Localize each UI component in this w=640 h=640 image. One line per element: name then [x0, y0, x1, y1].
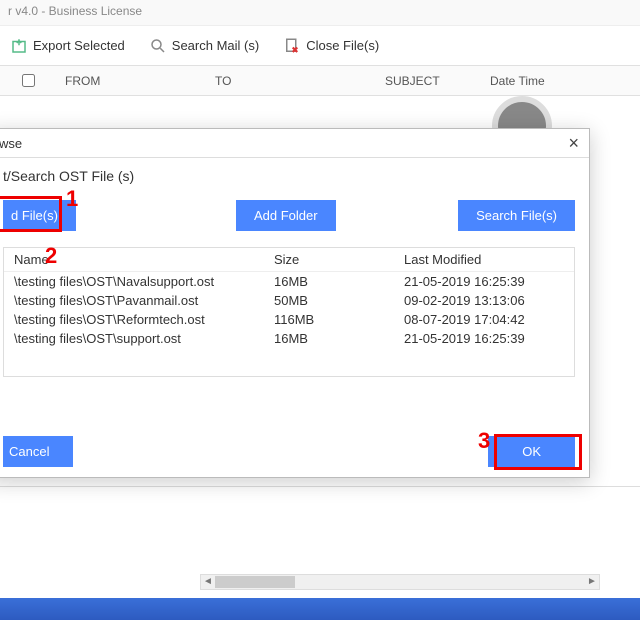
- main-toolbar: Export Selected Search Mail (s) Close Fi…: [0, 26, 640, 66]
- add-folder-button[interactable]: Add Folder: [236, 200, 336, 231]
- file-name: \testing files\OST\Reformtech.ost: [14, 312, 274, 327]
- file-modified: 21-05-2019 16:25:39: [404, 331, 564, 346]
- search-mail-button[interactable]: Search Mail (s): [139, 33, 269, 59]
- file-row[interactable]: \testing files\OST\support.ost 16MB 21-0…: [4, 329, 574, 348]
- annotation-number-1: 1: [66, 186, 78, 212]
- close-file-icon: [283, 37, 301, 55]
- dialog-title-text: wse: [0, 136, 22, 151]
- file-modified: 08-07-2019 17:04:42: [404, 312, 564, 327]
- header-size[interactable]: Size: [274, 252, 404, 267]
- scroll-right-icon[interactable]: ►: [585, 575, 599, 589]
- file-row[interactable]: \testing files\OST\Reformtech.ost 116MB …: [4, 310, 574, 329]
- horizontal-scrollbar[interactable]: ◄ ►: [200, 574, 600, 590]
- column-datetime[interactable]: Date Time: [490, 74, 610, 88]
- file-size: 116MB: [274, 312, 404, 327]
- export-selected-button[interactable]: Export Selected: [0, 33, 135, 59]
- close-label: Close File(s): [306, 38, 379, 53]
- close-file-button[interactable]: Close File(s): [273, 33, 389, 59]
- export-icon: [10, 37, 28, 55]
- annotation-box-1: [0, 196, 62, 232]
- file-name: \testing files\OST\Navalsupport.ost: [14, 274, 274, 289]
- export-label: Export Selected: [33, 38, 125, 53]
- annotation-number-2: 2: [45, 243, 57, 269]
- mail-list-header: FROM TO SUBJECT Date Time: [0, 66, 640, 96]
- dialog-title-bar: wse ×: [0, 129, 589, 157]
- close-icon[interactable]: ×: [568, 133, 579, 154]
- file-list-header: Name Size Last Modified: [4, 248, 574, 272]
- file-size: 50MB: [274, 293, 404, 308]
- cancel-button[interactable]: Cancel: [3, 436, 73, 467]
- search-label: Search Mail (s): [172, 38, 259, 53]
- search-icon: [149, 37, 167, 55]
- dialog-subtitle: t/Search OST File (s): [0, 158, 589, 194]
- file-name: \testing files\OST\support.ost: [14, 331, 274, 346]
- file-modified: 09-02-2019 13:13:06: [404, 293, 564, 308]
- file-size: 16MB: [274, 274, 404, 289]
- file-list: Name Size Last Modified \testing files\O…: [3, 247, 575, 377]
- bottom-area: ◄ ►: [0, 480, 640, 620]
- select-all-checkbox[interactable]: [22, 74, 35, 87]
- status-bar: [0, 598, 640, 620]
- file-size: 16MB: [274, 331, 404, 346]
- file-row[interactable]: \testing files\OST\Pavanmail.ost 50MB 09…: [4, 291, 574, 310]
- annotation-number-3: 3: [478, 428, 490, 454]
- scroll-left-icon[interactable]: ◄: [201, 575, 215, 589]
- window-title: r v4.0 - Business License: [8, 4, 142, 18]
- column-to[interactable]: TO: [215, 74, 385, 88]
- browse-dialog: wse × t/Search OST File (s) d File(s) Ad…: [0, 128, 590, 478]
- dialog-button-row: d File(s) Add Folder Search File(s): [0, 194, 589, 241]
- column-from[interactable]: FROM: [65, 74, 215, 88]
- file-name: \testing files\OST\Pavanmail.ost: [14, 293, 274, 308]
- search-file-button[interactable]: Search File(s): [458, 200, 575, 231]
- annotation-box-3: [494, 434, 582, 470]
- header-modified[interactable]: Last Modified: [404, 252, 564, 267]
- scrollbar-thumb[interactable]: [215, 576, 295, 588]
- file-row[interactable]: \testing files\OST\Navalsupport.ost 16MB…: [4, 272, 574, 291]
- file-modified: 21-05-2019 16:25:39: [404, 274, 564, 289]
- window-title-bar: r v4.0 - Business License: [0, 0, 640, 26]
